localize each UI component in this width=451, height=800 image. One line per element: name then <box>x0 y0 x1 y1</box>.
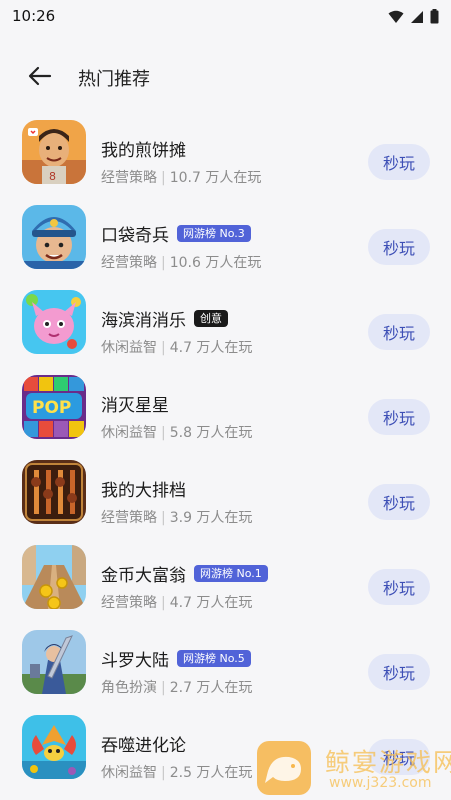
game-name-line: 口袋奇兵 网游榜 No.3 <box>101 221 251 246</box>
list-item[interactable]: 金币大富翁 网游榜 No.1 经营策略 | 4.7 万人在玩 秒玩 <box>0 539 451 624</box>
watermark-url: www.j323.com <box>329 775 432 791</box>
game-category: 经营策略 <box>101 595 157 611</box>
separator: | <box>161 255 166 271</box>
svg-text:POP: POP <box>32 398 71 418</box>
sea-creature-icon[interactable] <box>22 715 86 779</box>
separator: | <box>161 425 166 441</box>
game-players: 2.7 万人在玩 <box>169 680 253 696</box>
separator: | <box>161 340 166 356</box>
game-players: 10.6 万人在玩 <box>169 255 262 271</box>
list-item[interactable]: 海滨消消乐 创意 休闲益智 | 4.7 万人在玩 秒玩 <box>0 284 451 369</box>
game-category: 休闲益智 <box>101 340 157 356</box>
play-button[interactable]: 秒玩 <box>368 229 430 265</box>
play-button[interactable]: 秒玩 <box>368 399 430 435</box>
game-meta: 休闲益智 | 4.7 万人在玩 <box>101 337 252 357</box>
rank-badge: 网游榜 No.5 <box>177 650 251 667</box>
watermark: 鲸宴游戏网 www.j323.com <box>255 733 451 800</box>
play-button[interactable]: 秒玩 <box>368 314 430 350</box>
game-name-line: 我的大排档 <box>101 476 186 501</box>
list-item[interactable]: 斗罗大陆 网游榜 No.5 角色扮演 | 2.7 万人在玩 秒玩 <box>0 624 451 709</box>
game-category: 休闲益智 <box>101 425 157 441</box>
pop-star-icon[interactable]: POP <box>22 375 86 439</box>
game-meta: 角色扮演 | 2.7 万人在玩 <box>101 677 252 697</box>
game-name: 口袋奇兵 <box>101 226 169 246</box>
game-meta: 休闲益智 | 2.5 万人在玩 <box>101 762 252 782</box>
grill-food-icon[interactable] <box>22 460 86 524</box>
play-button[interactable]: 秒玩 <box>368 569 430 605</box>
game-name-line: 金币大富翁 网游榜 No.1 <box>101 561 268 586</box>
signal-icon <box>410 9 424 28</box>
separator: | <box>161 510 166 526</box>
game-name-line: 海滨消消乐 创意 <box>101 306 228 331</box>
creative-badge: 创意 <box>194 310 228 327</box>
back-button[interactable] <box>22 62 58 94</box>
warrior-icon[interactable] <box>22 630 86 694</box>
game-players: 4.7 万人在玩 <box>169 340 253 356</box>
separator: | <box>161 170 166 186</box>
status-time: 10:26 <box>12 7 56 25</box>
game-category: 经营策略 <box>101 170 157 186</box>
game-meta: 经营策略 | 10.7 万人在玩 <box>101 167 261 187</box>
list-item[interactable]: 我的大排档 经营策略 | 3.9 万人在玩 秒玩 <box>0 454 451 539</box>
whale-logo-icon <box>255 739 313 797</box>
game-meta: 经营策略 | 10.6 万人在玩 <box>101 252 261 272</box>
game-name-line: 吞噬进化论 <box>101 731 186 756</box>
game-list: 8 我的煎饼摊 经营策略 | 10.7 万人在玩 秒玩 口袋奇兵 网游榜 No.… <box>0 114 451 794</box>
separator: | <box>161 595 166 611</box>
game-name: 斗罗大陆 <box>101 651 169 671</box>
svg-text:8: 8 <box>49 170 56 183</box>
game-name-line: 我的煎饼摊 <box>101 136 186 161</box>
game-category: 经营策略 <box>101 255 157 271</box>
game-name: 金币大富翁 <box>101 566 186 586</box>
gold-coin-road-icon[interactable] <box>22 545 86 609</box>
pink-creature-icon[interactable] <box>22 290 86 354</box>
rank-badge: 网游榜 No.3 <box>177 225 251 242</box>
pancake-vendor-icon[interactable]: 8 <box>22 120 86 184</box>
status-bar: 10:26 <box>0 0 451 34</box>
game-name-line: 斗罗大陆 网游榜 No.5 <box>101 646 251 671</box>
page-title: 热门推荐 <box>78 69 150 90</box>
soldier-icon[interactable] <box>22 205 86 269</box>
watermark-text: 鲸宴游戏网 <box>325 748 451 777</box>
game-players: 2.5 万人在玩 <box>169 765 253 781</box>
game-name: 消灭星星 <box>101 396 169 416</box>
list-item[interactable]: 口袋奇兵 网游榜 No.3 经营策略 | 10.6 万人在玩 秒玩 <box>0 199 451 284</box>
game-name: 吞噬进化论 <box>101 736 186 756</box>
game-name: 我的煎饼摊 <box>101 141 186 161</box>
game-category: 角色扮演 <box>101 680 157 696</box>
game-players: 10.7 万人在玩 <box>169 170 262 186</box>
arrow-left-icon <box>28 66 52 90</box>
screen: 10:26 热门推荐 8 我的煎饼摊 经营策略 | 10.7 万人在玩 秒玩 口… <box>0 0 451 800</box>
game-name: 我的大排档 <box>101 481 186 501</box>
game-category: 休闲益智 <box>101 765 157 781</box>
battery-icon <box>430 9 439 28</box>
separator: | <box>161 680 166 696</box>
game-meta: 休闲益智 | 5.8 万人在玩 <box>101 422 252 442</box>
list-item[interactable]: POP 消灭星星 休闲益智 | 5.8 万人在玩 秒玩 <box>0 369 451 454</box>
game-meta: 经营策略 | 3.9 万人在玩 <box>101 507 252 527</box>
game-players: 5.8 万人在玩 <box>169 425 253 441</box>
status-icons <box>388 9 439 28</box>
game-players: 4.7 万人在玩 <box>169 595 253 611</box>
wifi-icon <box>388 9 404 28</box>
game-category: 经营策略 <box>101 510 157 526</box>
game-players: 3.9 万人在玩 <box>169 510 253 526</box>
game-name: 海滨消消乐 <box>101 311 186 331</box>
play-button[interactable]: 秒玩 <box>368 144 430 180</box>
header: 热门推荐 <box>0 52 451 104</box>
rank-badge: 网游榜 No.1 <box>194 565 268 582</box>
list-item[interactable]: 8 我的煎饼摊 经营策略 | 10.7 万人在玩 秒玩 <box>0 114 451 199</box>
separator: | <box>161 765 166 781</box>
play-button[interactable]: 秒玩 <box>368 654 430 690</box>
play-button[interactable]: 秒玩 <box>368 484 430 520</box>
game-name-line: 消灭星星 <box>101 391 169 416</box>
game-meta: 经营策略 | 4.7 万人在玩 <box>101 592 252 612</box>
